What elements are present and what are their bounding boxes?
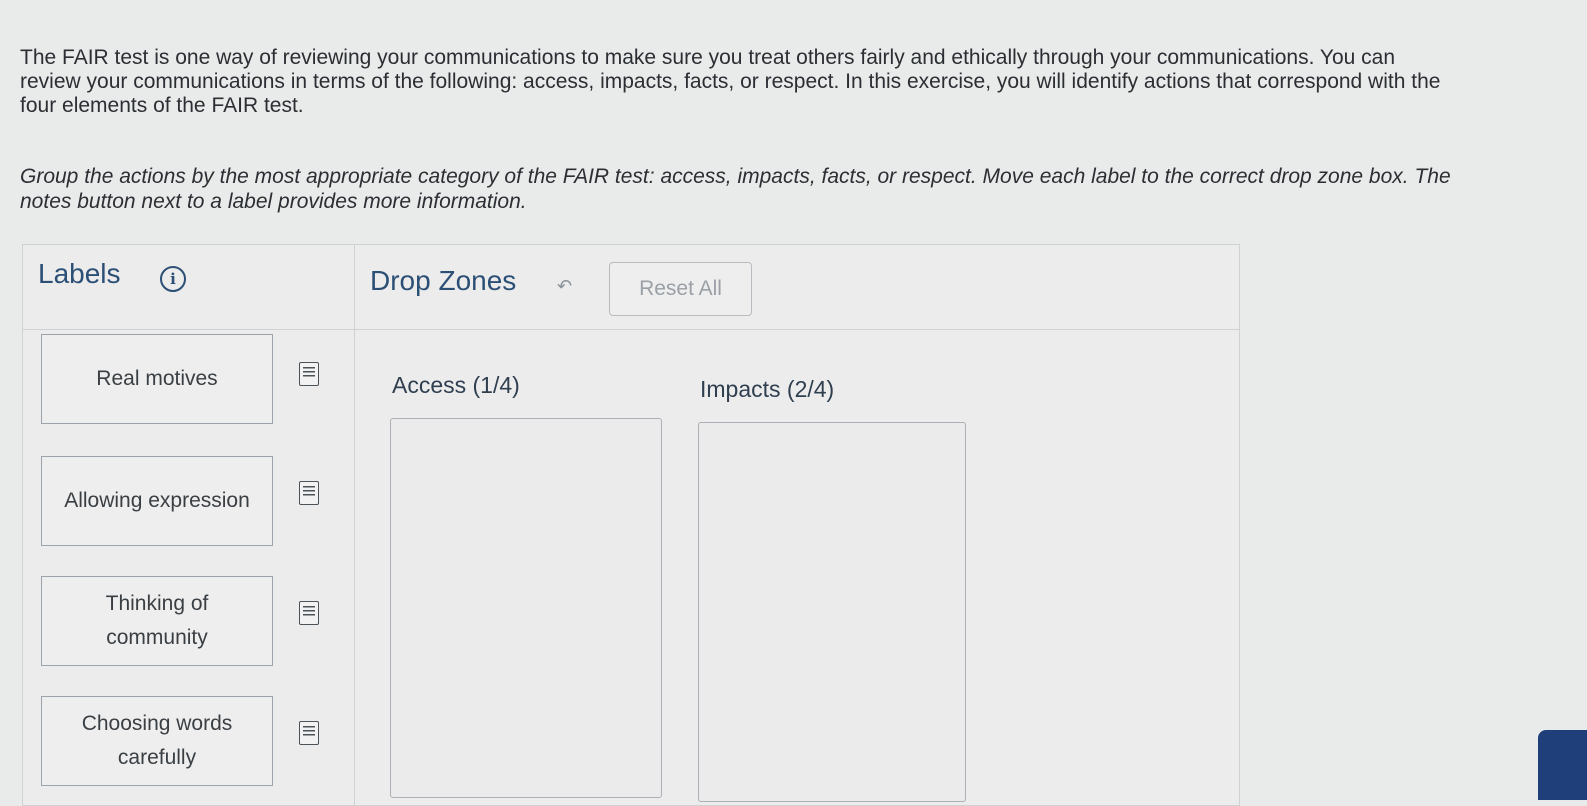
reset-all-button[interactable]: Reset All xyxy=(609,262,752,316)
notes-icon[interactable] xyxy=(299,721,319,745)
notes-icon[interactable] xyxy=(299,362,319,386)
drop-zone-access[interactable] xyxy=(390,418,662,798)
drop-zones-heading: Drop Zones xyxy=(370,265,517,296)
drop-zone-impacts[interactable] xyxy=(698,422,966,802)
intro-text: The FAIR test is one way of reviewing yo… xyxy=(20,46,1441,117)
notes-icon[interactable] xyxy=(299,481,319,505)
label-card-real-motives[interactable]: Real motives xyxy=(41,334,273,424)
undo-arrow-icon[interactable]: ↶ xyxy=(557,276,572,297)
labels-heading: Labels xyxy=(38,258,121,289)
notes-icon[interactable] xyxy=(299,601,319,625)
drop-zone-title-impacts: Impacts (2/4) xyxy=(700,376,835,402)
drop-zone-title-access: Access (1/4) xyxy=(392,372,520,398)
label-card-choosing-words-carefully[interactable]: Choosing words carefully xyxy=(41,696,273,786)
label-card-allowing-expression[interactable]: Allowing expression xyxy=(41,456,273,546)
side-panel-tab[interactable] xyxy=(1538,730,1587,800)
label-card-thinking-of-community[interactable]: Thinking of community xyxy=(41,576,273,666)
panel-divider-horizontal xyxy=(23,329,1239,330)
instructions-text: Group the actions by the most appropriat… xyxy=(20,165,1451,213)
info-circle-icon[interactable]: i xyxy=(160,266,186,292)
